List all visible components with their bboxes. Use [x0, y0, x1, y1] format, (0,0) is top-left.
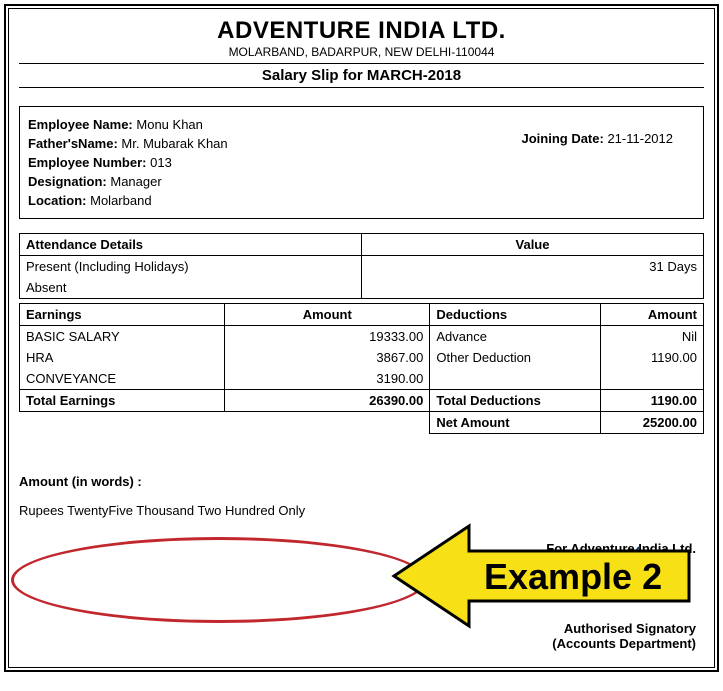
- highlight-ellipse: [11, 537, 427, 623]
- joining-label: Joining Date:: [521, 131, 603, 146]
- signatory-line1: Authorised Signatory: [552, 621, 696, 636]
- words-label: Amount (in words) :: [19, 474, 704, 489]
- earn-row-label: CONVEYANCE: [20, 368, 225, 390]
- total-ded-label: Total Deductions: [430, 390, 601, 412]
- value-header: Value: [362, 234, 704, 256]
- earnings-table: Earnings Amount Deductions Amount BASIC …: [19, 303, 704, 434]
- slip-title: Salary Slip for MARCH-2018: [19, 63, 704, 88]
- employee-block: Employee Name: Monu Khan Father'sName: M…: [19, 106, 704, 219]
- joining-date: 21-11-2012: [607, 131, 673, 146]
- earn-amt-header: Amount: [225, 304, 430, 326]
- ded-row-amt: Nil: [601, 326, 704, 348]
- absent-label: Absent: [20, 277, 362, 299]
- designation-label: Designation:: [28, 174, 107, 189]
- deductions-header: Deductions: [430, 304, 601, 326]
- ded-row-amt: [601, 368, 704, 390]
- earnings-header: Earnings: [20, 304, 225, 326]
- company-address: MOLARBAND, BADARPUR, NEW DELHI-110044: [19, 45, 704, 59]
- present-label: Present (Including Holidays): [20, 256, 362, 278]
- emp-name-label: Employee Name:: [28, 117, 133, 132]
- ded-row-label: Other Deduction: [430, 347, 601, 368]
- salary-slip: ADVENTURE INDIA LTD. MOLARBAND, BADARPUR…: [8, 8, 715, 668]
- father-label: Father'sName:: [28, 136, 118, 151]
- earn-row-amt: 3190.00: [225, 368, 430, 390]
- words-value: Rupees TwentyFive Thousand Two Hundred O…: [19, 503, 704, 518]
- ded-row-amt: 1190.00: [601, 347, 704, 368]
- absent-value: [362, 277, 704, 299]
- attendance-table: Attendance DetailsValue Present (Includi…: [19, 233, 704, 299]
- earn-row-amt: 3867.00: [225, 347, 430, 368]
- designation: Manager: [110, 174, 161, 189]
- total-ded: 1190.00: [601, 390, 704, 412]
- signatory-line2: (Accounts Department): [552, 636, 696, 651]
- earn-row-amt: 19333.00: [225, 326, 430, 348]
- ded-row-label: [430, 368, 601, 390]
- earn-row-label: BASIC SALARY: [20, 326, 225, 348]
- ded-row-label: Advance: [430, 326, 601, 348]
- net-amount: 25200.00: [601, 412, 704, 434]
- net-label: Net Amount: [430, 412, 601, 434]
- earn-row-label: HRA: [20, 347, 225, 368]
- emp-num-label: Employee Number:: [28, 155, 146, 170]
- location-label: Location:: [28, 193, 87, 208]
- attendance-header: Attendance Details: [20, 234, 362, 256]
- document-outer: ADVENTURE INDIA LTD. MOLARBAND, BADARPUR…: [4, 4, 719, 672]
- father-name: Mr. Mubarak Khan: [121, 136, 227, 151]
- emp-num: 013: [150, 155, 172, 170]
- ded-amt-header: Amount: [601, 304, 704, 326]
- total-earn-label: Total Earnings: [20, 390, 225, 412]
- signature-icon: [554, 537, 654, 597]
- location: Molarband: [90, 193, 151, 208]
- emp-name: Monu Khan: [136, 117, 203, 132]
- signatory-block: Authorised Signatory (Accounts Departmen…: [552, 621, 696, 651]
- amount-words-block: Amount (in words) : Rupees TwentyFive Th…: [19, 474, 704, 518]
- total-earn: 26390.00: [225, 390, 430, 412]
- present-value: 31 Days: [362, 256, 704, 278]
- company-name: ADVENTURE INDIA LTD.: [19, 17, 704, 45]
